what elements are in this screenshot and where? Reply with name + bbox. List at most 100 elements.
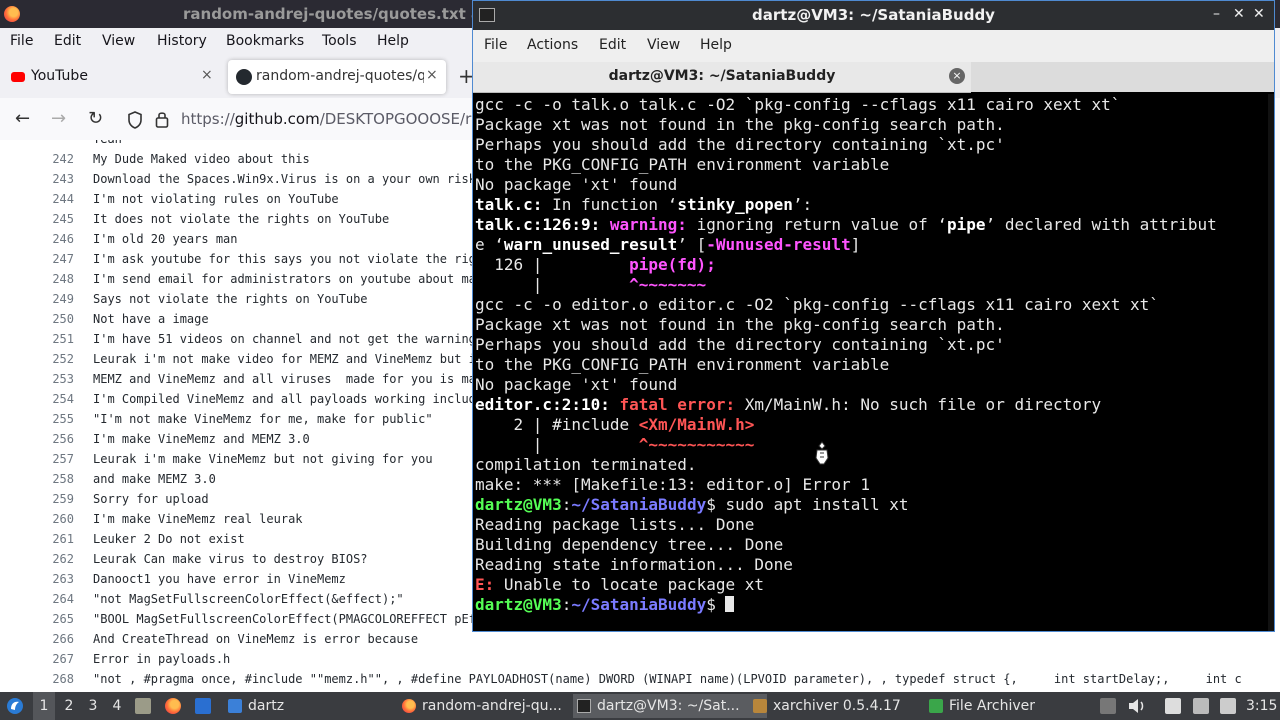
line-number[interactable]: 250	[40, 309, 74, 329]
line-number[interactable]: 260	[40, 509, 74, 529]
line-number[interactable]: 257	[40, 449, 74, 469]
line-number[interactable]: 258	[40, 469, 74, 489]
terminal-segment: editor.c:2:10:	[475, 395, 620, 414]
back-button[interactable]: ←	[15, 108, 30, 129]
line-number[interactable]: 248	[40, 269, 74, 289]
terminal-segment: warn_unused_result	[503, 235, 678, 254]
menu-help[interactable]: Help	[700, 37, 732, 53]
terminal-segment: gcc -c -o talk.o talk.c -O2 `pkg-config …	[475, 95, 1121, 114]
workspace-3[interactable]: 3	[82, 692, 104, 720]
line-number[interactable]: 243	[40, 169, 74, 189]
volume-icon[interactable]	[1127, 697, 1147, 715]
network-icon[interactable]	[1193, 698, 1209, 714]
line-number[interactable]: 242	[40, 149, 74, 169]
lock-icon[interactable]	[155, 110, 169, 128]
power-icon[interactable]	[1220, 698, 1236, 714]
menu-edit[interactable]: Edit	[599, 37, 626, 53]
tab-close-icon[interactable]: ×	[949, 68, 965, 84]
line-text: I'm have 51 videos on channel and not ge…	[93, 332, 476, 346]
line-number[interactable]: 252	[40, 349, 74, 369]
clipboard-icon[interactable]	[1165, 698, 1181, 714]
task-firefox[interactable]: random-andrej-qu...	[398, 694, 592, 718]
workspace-2[interactable]: 2	[58, 692, 80, 720]
line-number[interactable]: 249	[40, 289, 74, 309]
line-number[interactable]: 255	[40, 409, 74, 429]
menu-bookmarks[interactable]: Bookmarks	[226, 33, 304, 49]
desktop-launcher-icon[interactable]	[195, 698, 211, 714]
terminal-tabbar-empty	[971, 62, 1274, 92]
close-button[interactable]: ✕	[1253, 6, 1265, 22]
forward-button[interactable]: →	[51, 108, 66, 129]
menu-help[interactable]: Help	[377, 33, 409, 49]
terminal-segment: -Wunused-result	[706, 235, 851, 254]
tab-close-icon[interactable]: ×	[201, 67, 213, 83]
line-number[interactable]: 244	[40, 189, 74, 209]
firefox-launcher-icon[interactable]	[165, 698, 181, 714]
line-number[interactable]: 256	[40, 429, 74, 449]
menu-file[interactable]: File	[484, 37, 507, 53]
url-bar[interactable]: https://github.com/DESKTOPGOOOSE/rand	[181, 110, 499, 128]
terminal-segment: In function	[542, 195, 668, 214]
menu-edit[interactable]: Edit	[54, 33, 81, 49]
line-number[interactable]: 263	[40, 569, 74, 589]
tab-github[interactable]: random-andrej-quotes/qu ×	[228, 60, 446, 94]
line-number[interactable]: 247	[40, 249, 74, 269]
line-text: I'm old 20 years man	[93, 232, 238, 246]
task-dartz[interactable]: dartz	[224, 694, 338, 718]
terminal-scrollbar[interactable]	[1268, 94, 1274, 631]
menu-tools[interactable]: Tools	[322, 33, 357, 49]
line-number[interactable]: 267	[40, 649, 74, 669]
clock[interactable]: 3:15	[1246, 692, 1277, 720]
maximize-button[interactable]: ✕	[1233, 6, 1245, 22]
line-text: and make MEMZ 3.0	[93, 472, 216, 486]
line-number[interactable]: 253	[40, 369, 74, 389]
workspace-4[interactable]: 4	[106, 692, 128, 720]
terminal-output[interactable]: gcc -c -o talk.o talk.c -O2 `pkg-config …	[473, 94, 1274, 631]
line-number[interactable]: 266	[40, 629, 74, 649]
task-xarchiver[interactable]: xarchiver 0.5.4.17	[749, 694, 943, 718]
line-text: MEMZ and VineMemz and all viruses made f…	[93, 372, 476, 386]
menu-view[interactable]: View	[102, 33, 135, 49]
task-file-archiver[interactable]: File Archiver	[925, 694, 1109, 718]
terminal-segment: Reading state information... Done	[475, 555, 793, 574]
terminal-segment: ^~~~~~~~~~~~	[638, 435, 755, 454]
reload-button[interactable]: ↻	[88, 108, 103, 129]
line-number[interactable]: 246	[40, 229, 74, 249]
terminal-line: Perhaps you should add the directory con…	[475, 335, 1217, 355]
terminal-segment: Building dependency tree... Done	[475, 535, 784, 554]
shield-icon[interactable]	[127, 111, 143, 129]
terminal-segment: to the PKG_CONFIG_PATH environment varia…	[475, 355, 890, 374]
line-number[interactable]: 268	[40, 669, 74, 689]
line-text: Error in payloads.h	[93, 652, 231, 666]
line-text: Leurak i'm make VineMemz but not giving …	[93, 452, 433, 466]
start-menu-icon[interactable]	[6, 697, 24, 715]
tray-package-icon[interactable]	[1100, 698, 1116, 714]
line-number[interactable]: 265	[40, 609, 74, 629]
line-number[interactable]: 251	[40, 329, 74, 349]
line-number[interactable]: 245	[40, 209, 74, 229]
task-label: dartz@VM3: ~/Sat...	[597, 698, 740, 714]
tab-close-icon[interactable]: ×	[426, 67, 438, 83]
file-manager-launcher-icon[interactable]	[135, 698, 151, 714]
menu-history[interactable]: History	[157, 33, 207, 49]
line-number[interactable]: 264	[40, 589, 74, 609]
github-icon	[236, 69, 252, 85]
minimize-button[interactable]: –	[1213, 6, 1220, 22]
terminal-line: make: *** [Makefile:13: editor.o] Error …	[475, 475, 1217, 495]
tab-youtube[interactable]: YouTube ×	[0, 60, 222, 94]
folder-icon	[228, 699, 242, 713]
task-terminal[interactable]: dartz@VM3: ~/Sat...	[573, 694, 767, 718]
menu-file[interactable]: File	[10, 33, 33, 49]
terminal-segment: 126 |	[475, 255, 630, 274]
terminal-tab[interactable]: dartz@VM3: ~/SataniaBuddy ×	[473, 62, 971, 93]
terminal-segment: pipe(fd);	[629, 255, 716, 274]
line-number[interactable]: 259	[40, 489, 74, 509]
line-number[interactable]: 261	[40, 529, 74, 549]
menu-actions[interactable]: Actions	[527, 37, 578, 53]
terminal-segment: ’:	[792, 195, 813, 214]
workspace-1[interactable]: 1	[33, 692, 55, 720]
line-number[interactable]: 254	[40, 389, 74, 409]
line-number[interactable]: 262	[40, 549, 74, 569]
menu-view[interactable]: View	[647, 37, 680, 53]
terminal-titlebar: dartz@VM3: ~/SataniaBuddy – ✕ ✕	[473, 1, 1274, 30]
